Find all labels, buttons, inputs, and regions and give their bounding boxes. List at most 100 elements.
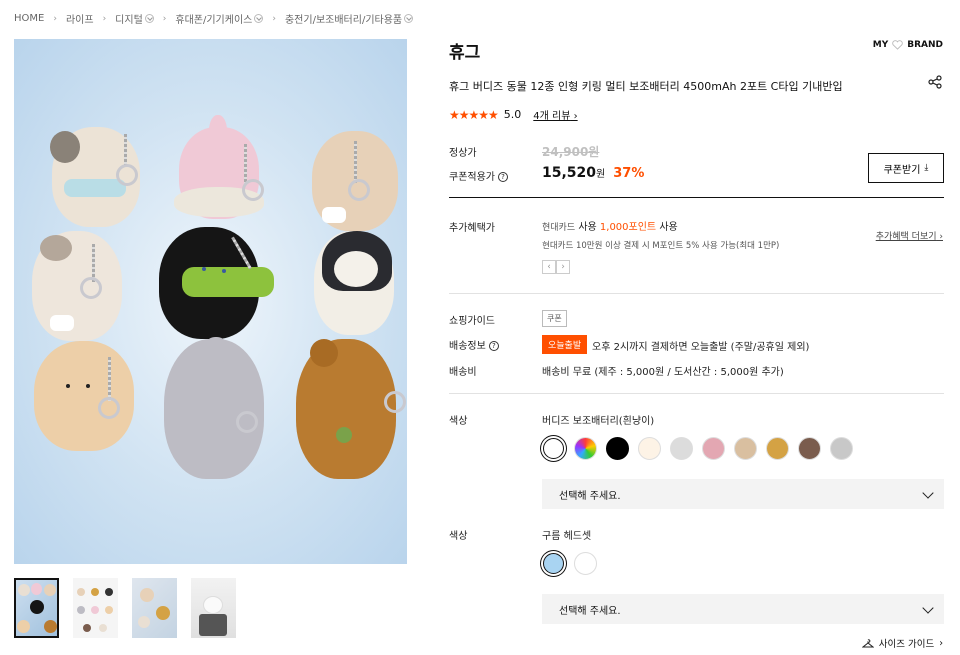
breadcrumb-charger[interactable]: 충전기/보조배터리/기타용품 <box>285 11 414 26</box>
shipping-text: 오후 2시까지 결제하면 오늘출발 (주말/공휴일 제외) <box>592 342 810 353</box>
swatch-light-gray[interactable] <box>670 437 693 460</box>
review-link-label[interactable]: 4개 리뷰 <box>533 111 570 122</box>
plush-dog-ear <box>50 131 80 163</box>
heart-icon[interactable] <box>892 40 903 50</box>
shipping-label-text: 배송정보 <box>449 341 486 352</box>
chevron-down-icon <box>922 487 934 499</box>
option2-swatches <box>542 552 597 575</box>
thumb-plush <box>77 588 85 596</box>
breadcrumb-label[interactable]: 라이프 <box>66 11 94 26</box>
swatch-sky-blue[interactable] <box>543 553 564 574</box>
option1-selected-name: 버디즈 보조배터리(흰냥이) <box>542 416 655 427</box>
shipping-fee-text: 배송비 무료 (제주 : 5,000원 / 도서산간 : 5,000원 추가) <box>542 367 784 378</box>
swatch-gray[interactable] <box>830 437 853 460</box>
swatch-mustard[interactable] <box>766 437 789 460</box>
breadcrumb-separator-icon: › <box>272 13 276 24</box>
breadcrumb-label[interactable]: 충전기/보조배터리/기타용품 <box>285 11 402 26</box>
thumbnail-3[interactable] <box>132 578 177 638</box>
benefit-line1: 현대카드 사용 1,000포인트 사용 <box>542 218 678 233</box>
breadcrumb: HOME › 라이프 › 디지털 › 휴대폰/기기케이스 › 충전기/보조배터리… <box>14 11 414 26</box>
breadcrumb-separator-icon: › <box>162 13 167 24</box>
product-main-image[interactable] <box>14 39 407 564</box>
option1-select[interactable]: 선택해 주세요. <box>542 479 944 509</box>
swatch-beige[interactable] <box>734 437 757 460</box>
swatch-white[interactable] <box>543 438 564 459</box>
thumb-plush <box>203 596 223 614</box>
option1-swatches <box>542 437 853 460</box>
share-icon[interactable] <box>928 75 942 89</box>
swatch-pink[interactable] <box>702 437 725 460</box>
keyring <box>80 277 102 299</box>
swatch-cream[interactable] <box>638 437 661 460</box>
keyring <box>348 179 370 201</box>
help-icon[interactable]: ? <box>498 172 508 182</box>
battery-port <box>50 315 74 331</box>
keychain <box>108 357 111 401</box>
plush-dog-scarf <box>64 179 126 197</box>
swatch-rainbow[interactable] <box>574 437 597 460</box>
breadcrumb-label[interactable]: HOME <box>14 13 44 24</box>
plush-eye <box>202 267 206 271</box>
benefit-pager: ‹ › <box>542 260 570 274</box>
breadcrumb-label[interactable]: 디지털 <box>115 11 143 26</box>
plush-white-cat-face <box>334 251 378 287</box>
coupon-price-label-text: 쿠폰적용가 <box>449 172 495 183</box>
help-icon[interactable]: ? <box>488 341 499 351</box>
next-icon[interactable]: › <box>556 260 570 274</box>
benefit-use: 사용 <box>578 222 597 233</box>
keyring <box>236 411 258 433</box>
size-guide-label[interactable]: 사이즈 가이드 <box>879 636 934 650</box>
option1-placeholder: 선택해 주세요. <box>559 490 621 502</box>
my-brand-toggle[interactable]: MY BRAND <box>873 40 943 50</box>
coupon-price: 15,520원 37% <box>542 165 644 181</box>
breadcrumb-digital[interactable]: 디지털 <box>115 11 154 26</box>
chevron-down-icon[interactable] <box>404 14 414 23</box>
option2-selected-name: 구름 헤드셋 <box>542 531 592 542</box>
thumb-plush <box>105 606 113 614</box>
thumb-plush <box>44 620 57 633</box>
benefit-point: 1,000포인트 <box>599 222 657 233</box>
more-benefits-label[interactable]: 추가혜택 더보기 <box>876 232 937 242</box>
thumbnail-2[interactable] <box>73 578 118 638</box>
breadcrumb-home[interactable]: HOME <box>14 13 44 24</box>
keychain <box>354 141 357 183</box>
keyring <box>98 397 120 419</box>
star-rating-icon: ★★★★★ <box>449 107 499 122</box>
prev-icon[interactable]: ‹ <box>542 260 556 274</box>
coupon-price-label: 쿠폰적용가? <box>449 168 508 183</box>
swatch-black[interactable] <box>606 437 629 460</box>
breadcrumb-phone-case[interactable]: 휴대폰/기기케이스 <box>175 11 264 26</box>
thumb-plush <box>91 588 99 596</box>
breadcrumb-life[interactable]: 라이프 <box>66 11 94 26</box>
regular-price-label: 정상가 <box>449 148 477 159</box>
plush-brown-bear-leaf <box>336 427 352 443</box>
keyring <box>242 179 264 201</box>
divider <box>449 293 944 294</box>
plush-eye <box>66 384 70 388</box>
breadcrumb-label[interactable]: 휴대폰/기기케이스 <box>175 11 252 26</box>
my-label: MY <box>872 40 889 50</box>
get-coupon-button[interactable]: 쿠폰받기 ⤓ <box>868 153 944 183</box>
option1-label: 색상 <box>449 416 468 427</box>
swatch-white[interactable] <box>574 552 597 575</box>
plush-tabby-cat <box>34 341 134 451</box>
benefit-card: 현대카드 <box>542 223 576 233</box>
keychain <box>124 134 127 166</box>
more-benefits-link[interactable]: 추가혜택 더보기 › <box>876 229 943 242</box>
swatch-brown[interactable] <box>798 437 821 460</box>
review-link[interactable]: 4개 리뷰 › <box>533 107 577 122</box>
chevron-down-icon[interactable] <box>254 14 264 23</box>
thumb-plush <box>83 624 91 632</box>
thumb-plush <box>44 584 56 596</box>
option2-select[interactable]: 선택해 주세요. <box>542 594 944 624</box>
size-guide-link[interactable]: 사이즈 가이드 › <box>861 636 943 650</box>
chevron-down-icon[interactable] <box>144 14 154 23</box>
brand-name[interactable]: 휴그 <box>449 38 480 63</box>
keychain <box>244 144 247 184</box>
battery-port <box>322 207 346 223</box>
plush-eye <box>86 384 90 388</box>
plush-brown-bear-ear <box>310 339 338 367</box>
plush-black-cat-scarf <box>182 267 274 297</box>
thumbnail-1[interactable] <box>14 578 59 638</box>
thumbnail-4[interactable] <box>191 578 236 638</box>
